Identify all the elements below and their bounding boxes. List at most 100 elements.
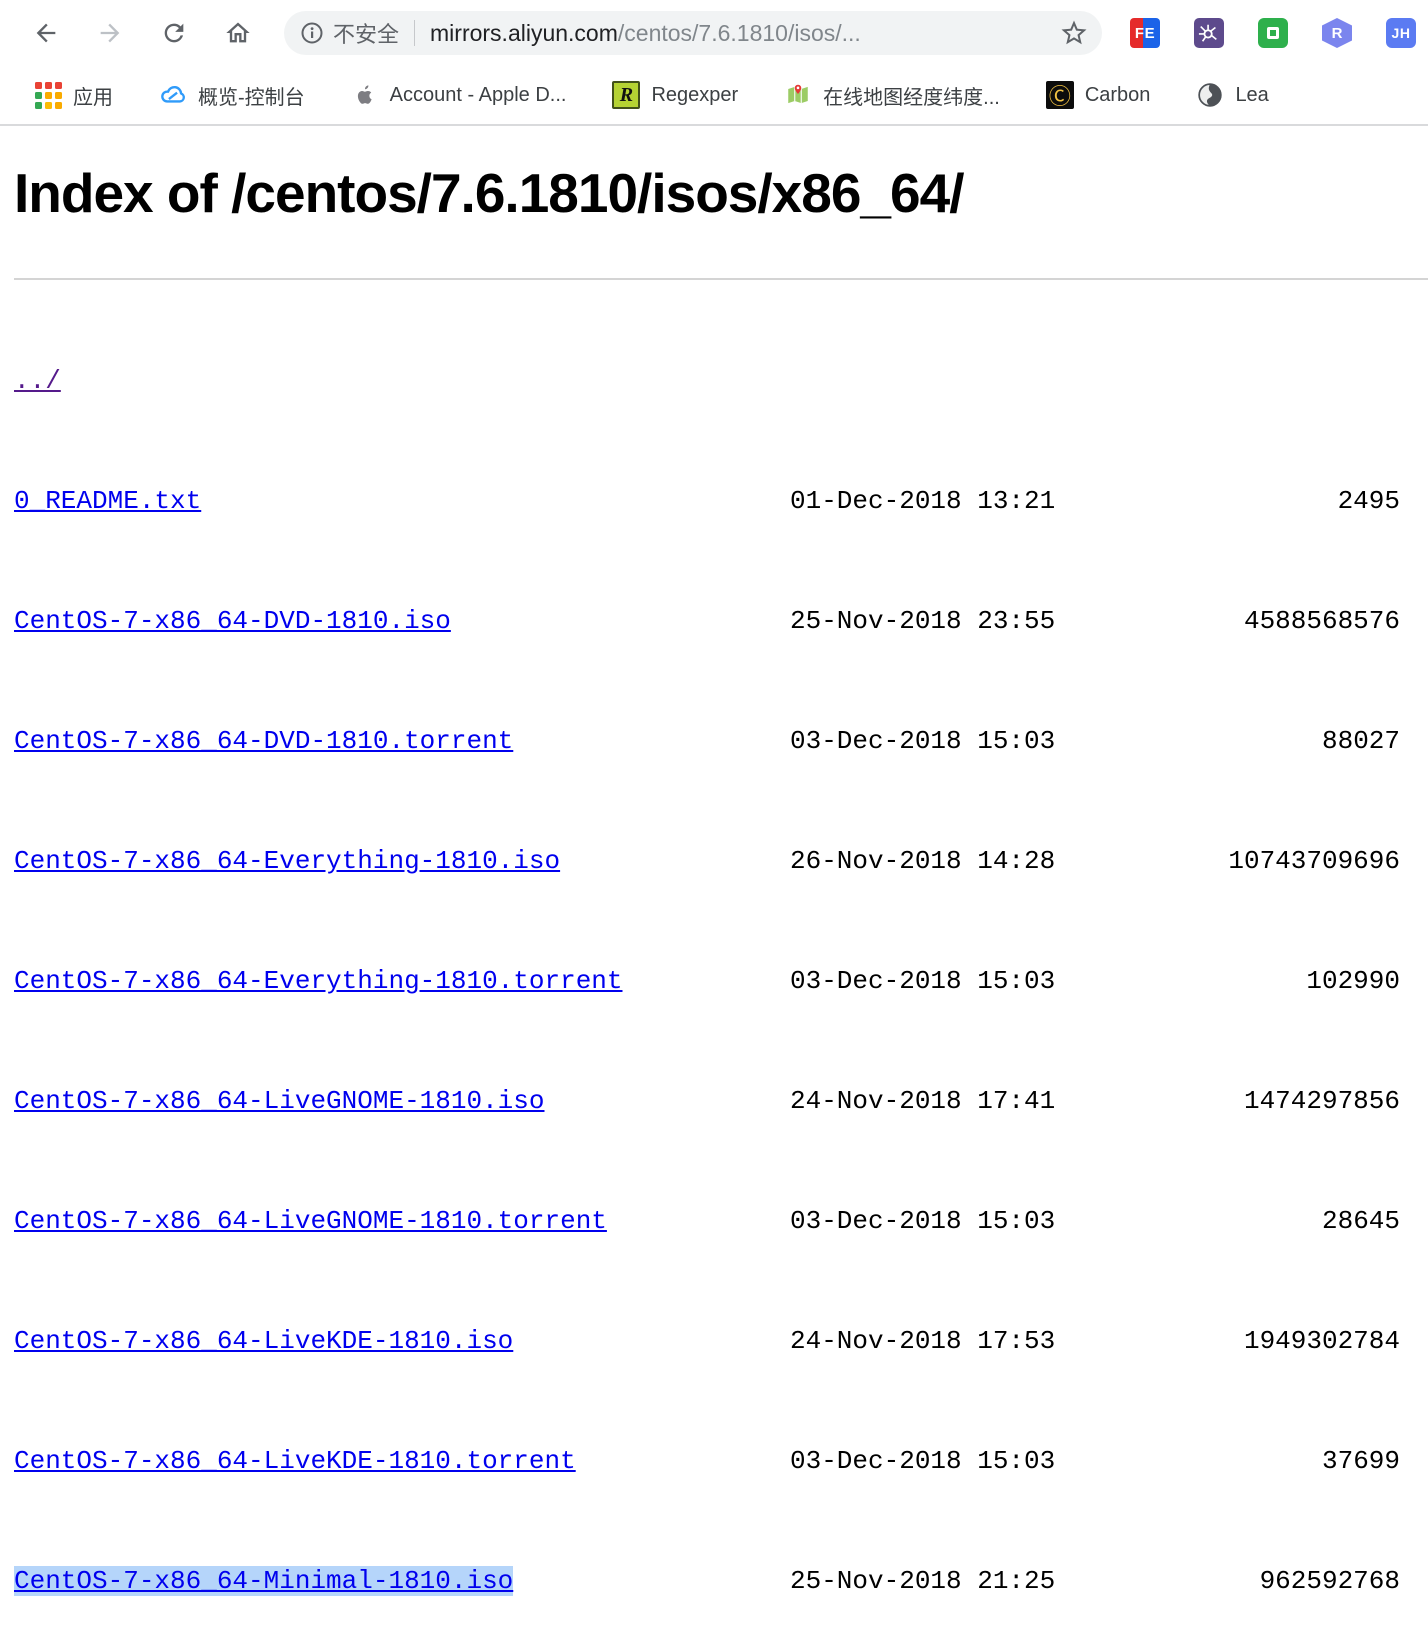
browser-toolbar: 不安全 mirrors.aliyun.com/centos/7.6.1810/i… [0,0,1428,66]
bookmarks-bar: 应用 概览-控制台 Account - Apple D... R Regexpe… [0,66,1428,126]
file-date: 03-Dec-2018 15:03 [790,1446,1080,1476]
fe-extension-icon: FE [1135,25,1155,42]
file-size: 1949302784 [1080,1326,1400,1356]
bookmark-regexper[interactable]: R Regexper [612,81,738,109]
bookmark-label: Lea [1235,84,1268,107]
spider-icon [1198,22,1220,44]
bookmark-lea[interactable]: Lea [1196,81,1268,109]
bookmark-label: Account - Apple D... [390,84,567,107]
globe-icon [1196,81,1224,109]
file-size: 102990 [1080,966,1400,996]
parent-dir-link[interactable]: ../ [14,366,61,396]
bookmark-star-button[interactable] [1058,17,1090,49]
bookmark-label: 在线地图经度纬度... [823,81,1000,110]
bookmark-online-map[interactable]: 在线地图经度纬度... [784,81,1000,110]
file-date: 03-Dec-2018 15:03 [790,726,1080,756]
file-size: 88027 [1080,726,1400,756]
info-icon [300,21,324,45]
map-icon [784,81,812,109]
cloud-icon [159,81,187,109]
file-row: 0_README.txt 01-Dec-2018 13:21 2495 [14,486,1400,516]
home-icon [224,19,252,47]
apps-grid-icon [34,81,62,109]
url-text: mirrors.aliyun.com/centos/7.6.1810/isos/… [430,20,861,47]
file-link[interactable]: CentOS-7-x86_64-LiveGNOME-1810.iso [14,1086,545,1116]
bookmark-label: Regexper [651,84,738,107]
extension-r-button[interactable]: R [1322,18,1352,48]
file-link[interactable]: 0_README.txt [14,486,201,516]
file-link[interactable]: CentOS-7-x86_64-Minimal-1810.iso [14,1566,513,1596]
file-link[interactable]: CentOS-7-x86_64-Everything-1810.iso [14,846,560,876]
bookmark-carbon[interactable]: Ⓒ Carbon [1046,81,1151,109]
file-date: 26-Nov-2018 14:28 [790,846,1080,876]
file-row: CentOS-7-x86_64-DVD-1810.iso 25-Nov-2018… [14,606,1400,636]
file-link[interactable]: CentOS-7-x86_64-LiveKDE-1810.torrent [14,1446,576,1476]
file-date: 25-Nov-2018 23:55 [790,606,1080,636]
forward-button[interactable] [96,19,124,47]
reload-icon [160,19,188,47]
file-size: 10743709696 [1080,846,1400,876]
file-link[interactable]: CentOS-7-x86_64-DVD-1810.iso [14,606,451,636]
star-icon [1059,18,1089,48]
file-date: 24-Nov-2018 17:53 [790,1326,1080,1356]
security-chip[interactable]: 不安全 [300,17,399,49]
carbon-icon: Ⓒ [1046,81,1074,109]
file-row: CentOS-7-x86_64-Everything-1810.torrent … [14,966,1400,996]
file-row: CentOS-7-x86_64-DVD-1810.torrent 03-Dec-… [14,726,1400,756]
back-icon [32,19,60,47]
file-date: 25-Nov-2018 21:25 [790,1566,1080,1596]
bookmark-cloud-console[interactable]: 概览-控制台 [159,81,305,110]
divider-top [14,278,1428,280]
file-size: 37699 [1080,1446,1400,1476]
file-link[interactable]: CentOS-7-x86_64-DVD-1810.torrent [14,726,513,756]
bookmark-apps[interactable]: 应用 [34,81,113,110]
file-size: 28645 [1080,1206,1400,1236]
page-title: Index of /centos/7.6.1810/isos/x86_64/ [14,162,1428,224]
extension-screenshot-button[interactable] [1258,18,1288,48]
file-row: CentOS-7-x86_64-LiveGNOME-1810.iso 24-No… [14,1086,1400,1116]
file-size: 962592768 [1080,1566,1400,1596]
file-link[interactable]: CentOS-7-x86_64-LiveKDE-1810.iso [14,1326,513,1356]
address-bar[interactable]: 不安全 mirrors.aliyun.com/centos/7.6.1810/i… [284,11,1102,55]
file-row: CentOS-7-x86_64-Minimal-1810.iso 25-Nov-… [14,1566,1400,1596]
back-button[interactable] [32,19,60,47]
screenshot-icon [1267,27,1279,39]
extension-spider-button[interactable] [1194,18,1224,48]
jh-extension-icon: JH [1392,25,1411,41]
security-label: 不安全 [333,17,399,49]
forward-icon [96,19,124,47]
file-row: CentOS-7-x86_64-LiveKDE-1810.torrent 03-… [14,1446,1400,1476]
reload-button[interactable] [160,19,188,47]
extension-jh-button[interactable]: JH [1386,18,1416,48]
extension-fe-button[interactable]: FE [1130,18,1160,48]
browser-chrome: 不安全 mirrors.aliyun.com/centos/7.6.1810/i… [0,0,1428,126]
directory-index-page: Index of /centos/7.6.1810/isos/x86_64/ .… [0,162,1428,1648]
bookmark-apple-account[interactable]: Account - Apple D... [351,81,567,109]
apple-icon [351,81,379,109]
regexper-icon: R [612,81,640,109]
file-link[interactable]: CentOS-7-x86_64-LiveGNOME-1810.torrent [14,1206,607,1236]
url-host: mirrors.aliyun.com [430,20,618,46]
file-list: ../ 0_README.txt 01-Dec-2018 13:21 2495 … [14,306,1400,1648]
file-size: 2495 [1080,486,1400,516]
file-date: 03-Dec-2018 15:03 [790,1206,1080,1236]
file-row: CentOS-7-x86_64-LiveGNOME-1810.torrent 0… [14,1206,1400,1236]
file-date: 24-Nov-2018 17:41 [790,1086,1080,1116]
bookmark-label: 应用 [73,81,113,110]
nav-buttons [32,0,252,66]
file-row: CentOS-7-x86_64-LiveKDE-1810.iso 24-Nov-… [14,1326,1400,1356]
file-size: 4588568576 [1080,606,1400,636]
bookmark-label: Carbon [1085,84,1151,107]
file-date: 03-Dec-2018 15:03 [790,966,1080,996]
file-row: CentOS-7-x86_64-Everything-1810.iso 26-N… [14,846,1400,876]
r-hexagon-icon: R [1332,25,1343,42]
extension-icons: FE R JH [1130,18,1416,48]
file-size: 1474297856 [1080,1086,1400,1116]
parent-dir-row: ../ [14,366,1400,396]
home-button[interactable] [224,19,252,47]
bookmark-label: 概览-控制台 [198,81,305,110]
omnibox-divider [414,20,415,46]
url-path: /centos/7.6.1810/isos/... [618,20,861,46]
file-date: 01-Dec-2018 13:21 [790,486,1080,516]
file-link[interactable]: CentOS-7-x86_64-Everything-1810.torrent [14,966,623,996]
